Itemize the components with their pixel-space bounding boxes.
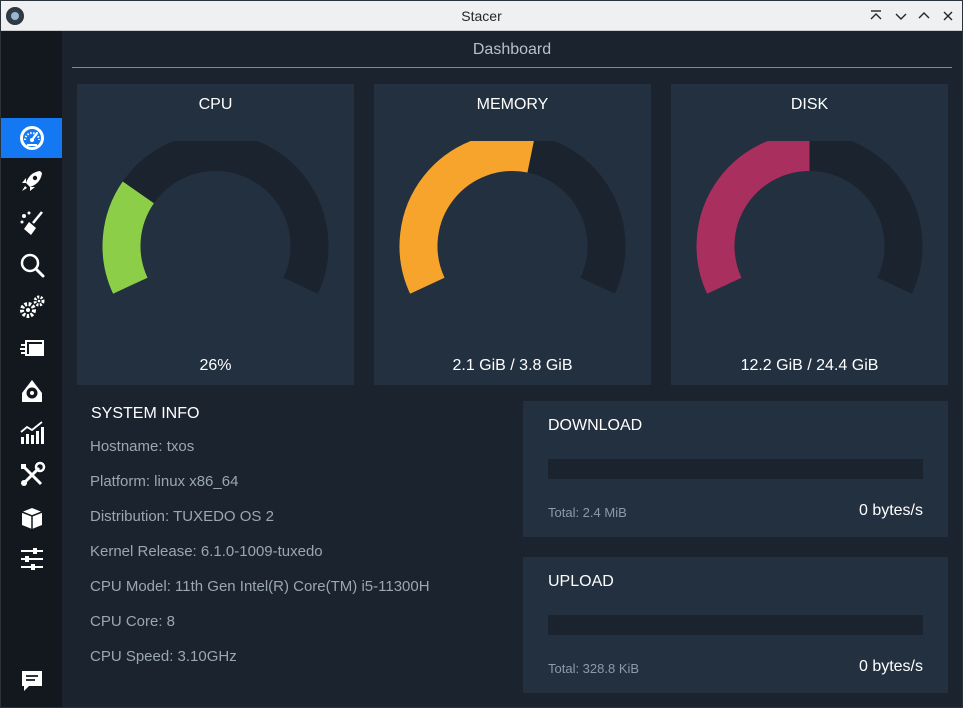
- sidebar-item-uninstaller[interactable]: [1, 371, 62, 411]
- cpu-gauge: [102, 141, 329, 294]
- disk-gauge: [696, 141, 923, 294]
- sidebar-item-resources[interactable]: [1, 413, 62, 453]
- gauge-value-arc: [696, 141, 811, 294]
- broom-icon: [20, 211, 43, 235]
- gears-icon: [19, 295, 44, 318]
- sidebar-item-services[interactable]: [1, 287, 62, 327]
- gauge-value: 2.1 GiB / 3.8 GiB: [452, 357, 573, 374]
- gauge-value: 12.2 GiB / 24.4 GiB: [740, 357, 879, 374]
- upload-total: Total: 328.8 KiB: [548, 661, 640, 676]
- sidebar-item-search[interactable]: [1, 245, 62, 285]
- gauge-value: 26%: [199, 357, 232, 374]
- upload-card: UPLOAD Total: 328.8 KiB 0 bytes/s: [523, 557, 948, 693]
- minimize-icon[interactable]: [892, 7, 910, 25]
- hostname-text: Hostname: txos: [90, 438, 195, 455]
- window-title: Stacer: [461, 8, 502, 24]
- sidebar: [1, 31, 62, 707]
- upload-title: UPLOAD: [548, 573, 614, 590]
- download-progress-bar: [548, 459, 923, 479]
- distribution-text: Distribution: TUXEDO OS 2: [90, 508, 274, 525]
- app-window: Stacer Dashboard CPU 26% MEMORY 2.1 GiB …: [0, 0, 963, 708]
- upload-progress-bar: [548, 615, 923, 635]
- kernel-release-text: Kernel Release: 6.1.0-1009-tuxedo: [90, 543, 323, 560]
- gauge-value-arc: [102, 181, 155, 294]
- download-card: DOWNLOAD Total: 2.4 MiB 0 bytes/s: [523, 401, 948, 537]
- sidebar-item-helpers[interactable]: [1, 455, 62, 495]
- sidebar-item-dashboard[interactable]: [1, 118, 62, 158]
- sidebar-item-system-cleaner[interactable]: [1, 203, 62, 243]
- magnifier-icon: [20, 253, 44, 278]
- cpu-speed-text: CPU Speed: 3.10GHz: [90, 648, 237, 665]
- package-box-icon: [21, 508, 42, 529]
- download-title: DOWNLOAD: [548, 417, 643, 434]
- memory-gauge: [399, 141, 626, 294]
- feedback-message-icon: [21, 671, 42, 691]
- download-total: Total: 2.4 MiB: [548, 505, 627, 520]
- gauge-title: CPU: [198, 96, 233, 113]
- platform-text: Platform: linux x86_64: [90, 473, 239, 490]
- tools-icon: [20, 461, 45, 486]
- gauge-title: MEMORY: [476, 96, 549, 113]
- sidebar-item-processes[interactable]: [1, 329, 62, 369]
- download-speed: 0 bytes/s: [858, 502, 923, 519]
- sidebar-item-apt-repository[interactable]: [1, 497, 62, 537]
- disk-uninstall-icon: [21, 380, 42, 402]
- dashboard-gauge-icon: [19, 126, 44, 150]
- sidebar-item-startup-apps[interactable]: [1, 161, 62, 201]
- system-info-panel: SYSTEM INFO Hostname: txos Platform: lin…: [90, 405, 520, 665]
- upload-speed: 0 bytes/s: [858, 658, 923, 675]
- title-bar[interactable]: Stacer: [1, 1, 962, 31]
- gauge-track: [102, 141, 329, 294]
- rocket-icon: [21, 171, 42, 191]
- chart-icon: [19, 421, 44, 444]
- gauge-title: DISK: [790, 96, 829, 113]
- title-divider: [72, 67, 952, 68]
- page-title: Dashboard: [472, 41, 552, 58]
- gauge-value-arc: [399, 141, 534, 294]
- cpu-core-text: CPU Core: 8: [90, 613, 176, 630]
- system-info-title: SYSTEM INFO: [91, 405, 200, 422]
- close-icon[interactable]: [939, 7, 957, 25]
- dashboard-page: Dashboard CPU 26% MEMORY 2.1 GiB / 3.8 G…: [62, 31, 962, 707]
- keep-above-icon[interactable]: [867, 7, 885, 25]
- processes-icon: [19, 340, 44, 356]
- disk-gauge-card: DISK 12.2 GiB / 24.4 GiB: [671, 84, 948, 385]
- feedback-button[interactable]: [1, 661, 62, 701]
- memory-gauge-card: MEMORY 2.1 GiB / 3.8 GiB: [374, 84, 651, 385]
- maximize-icon[interactable]: [915, 7, 933, 25]
- sidebar-item-gnome-settings[interactable]: [1, 539, 62, 579]
- sliders-icon: [20, 548, 43, 570]
- cpu-gauge-card: CPU 26%: [77, 84, 354, 385]
- cpu-model-text: CPU Model: 11th Gen Intel(R) Core(TM) i5…: [90, 578, 430, 595]
